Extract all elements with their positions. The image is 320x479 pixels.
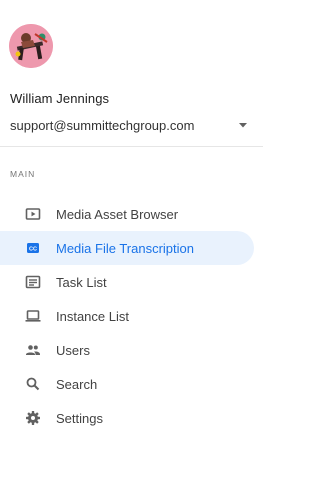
arrow-drop-down-icon[interactable]	[235, 117, 251, 133]
nav-item-users[interactable]: Users	[0, 333, 254, 367]
nav-item-label: Users	[56, 342, 90, 358]
nav-item-instance-list[interactable]: Instance List	[0, 299, 254, 333]
subtitles-icon	[24, 273, 42, 291]
nav-item-label: Media Asset Browser	[56, 206, 179, 222]
nav-list: Media Asset Browser CC Media File Transc…	[0, 197, 263, 435]
laptop-icon	[24, 307, 42, 325]
account-header: William Jennings support@summittechgroup…	[0, 0, 263, 147]
nav-item-search[interactable]: Search	[0, 367, 254, 401]
nav-item-media-asset-browser[interactable]: Media Asset Browser	[0, 197, 254, 231]
video-library-icon	[24, 205, 42, 223]
section-label: MAIN	[10, 169, 36, 179]
nav-item-settings[interactable]: Settings	[0, 401, 254, 435]
people-icon	[24, 341, 42, 359]
avatar-image	[9, 24, 53, 68]
navigation-drawer: William Jennings support@summittechgroup…	[0, 0, 263, 479]
user-email: support@summittechgroup.com	[10, 118, 195, 133]
avatar[interactable]	[9, 24, 53, 68]
nav-item-label: Search	[56, 376, 98, 392]
gear-icon	[24, 409, 42, 427]
nav-item-label: Media File Transcription	[56, 240, 194, 256]
user-name: William Jennings	[10, 91, 110, 106]
closed-caption-icon: CC	[24, 239, 42, 257]
nav-item-label: Task List	[56, 274, 107, 290]
nav-item-media-file-transcription[interactable]: CC Media File Transcription	[0, 231, 254, 265]
nav-item-task-list[interactable]: Task List	[0, 265, 254, 299]
nav-item-label: Instance List	[56, 308, 129, 324]
nav-item-label: Settings	[56, 410, 103, 426]
svg-text:CC: CC	[29, 247, 37, 253]
search-icon	[24, 375, 42, 393]
